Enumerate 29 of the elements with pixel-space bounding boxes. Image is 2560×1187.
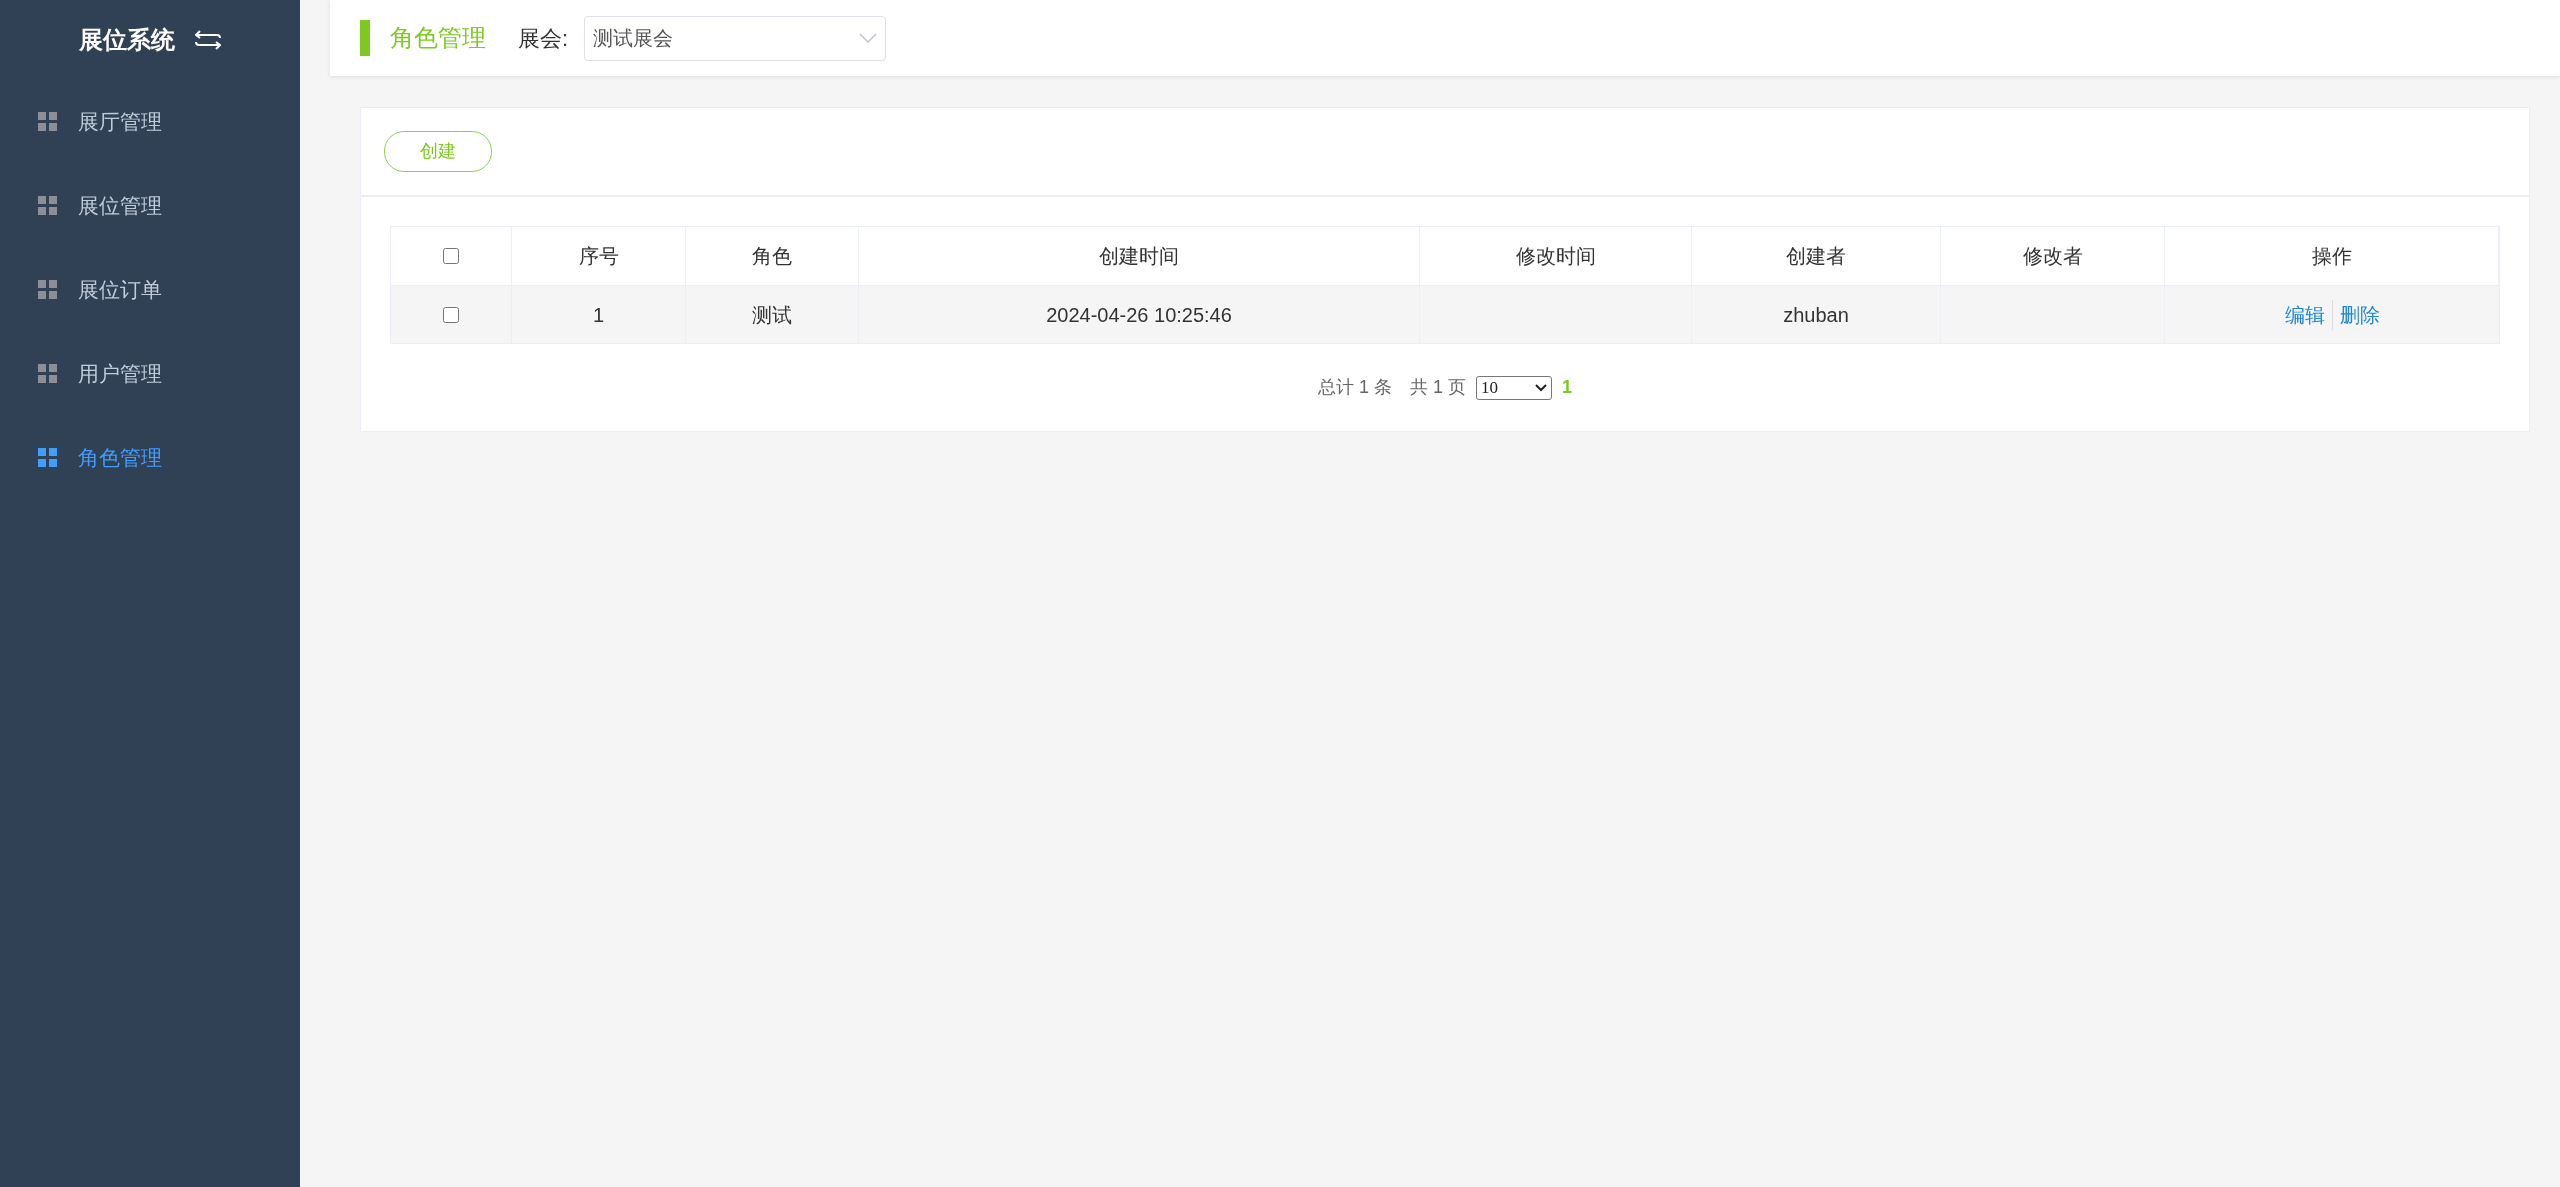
action-link[interactable]: 删除 [2331, 299, 2387, 330]
accent-bar [360, 20, 370, 56]
field-label: 展会: [518, 24, 569, 53]
grid-icon [38, 196, 58, 216]
row-checkbox[interactable] [443, 306, 459, 323]
page-size-select[interactable]: 10 [1476, 375, 1552, 400]
table-cell-text: 1 [592, 302, 605, 328]
swap-icon[interactable] [195, 29, 221, 51]
chevron-down-icon [859, 33, 878, 43]
action-link[interactable]: 编辑 [2277, 299, 2332, 330]
table-cell-text: 测试 [752, 302, 792, 328]
exhibition-select[interactable]: 测试展会 [584, 15, 887, 61]
select-all-checkbox[interactable] [443, 248, 459, 264]
grid-icon [38, 364, 58, 384]
sidebar-item[interactable]: 角色管理 [0, 416, 300, 500]
sidebar-item[interactable]: 展位订单 [0, 248, 300, 332]
sidebar-item[interactable]: 展位管理 [0, 164, 300, 248]
table-cell-text: 2024-04-26 10:25:46 [1046, 302, 1232, 328]
page-title: 角色管理 [390, 23, 486, 53]
app-title: 展位系统 [79, 25, 175, 55]
grid-icon [38, 448, 58, 468]
total-count: 总计 1 条 [1317, 376, 1392, 399]
sidebar-item[interactable]: 用户管理 [0, 332, 300, 416]
grid-icon [38, 112, 58, 132]
sidebar-item[interactable]: 展厅管理 [0, 80, 300, 164]
chevron-down-icon [1535, 383, 1547, 392]
grid-icon [38, 280, 58, 300]
page-count: 共 1 页 [1410, 376, 1466, 399]
table-cell-text: zhuban [1783, 302, 1849, 328]
